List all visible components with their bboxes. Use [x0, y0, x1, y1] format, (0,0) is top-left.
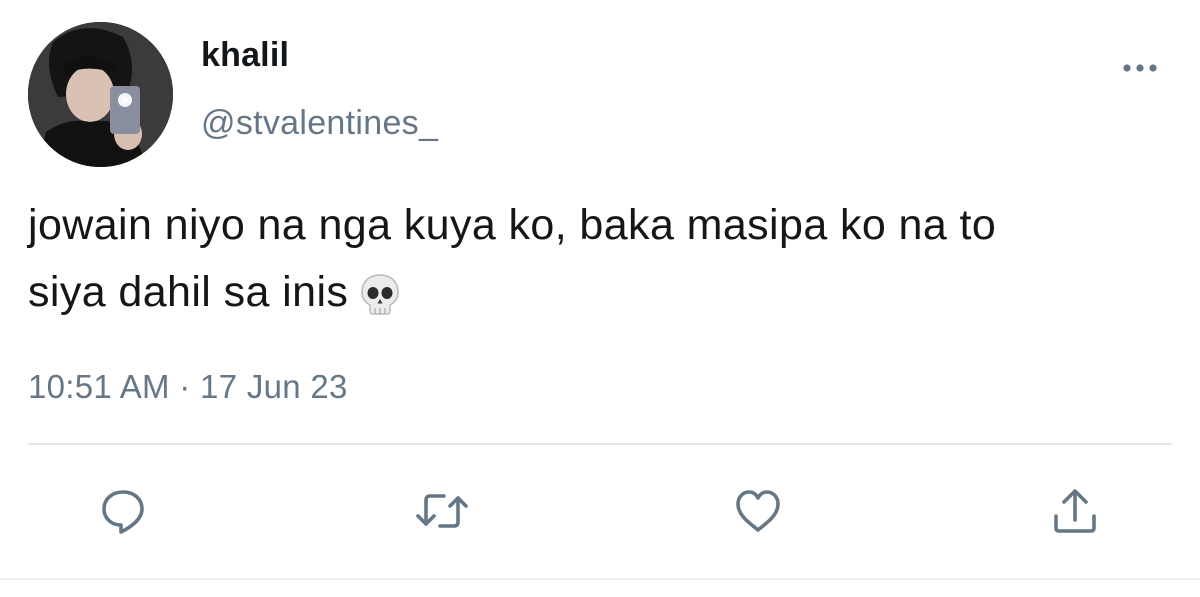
tweet-timestamp[interactable]: 10:51 AM · 17 Jun 23: [28, 368, 348, 406]
like-icon: [736, 490, 780, 532]
tweet-text-line-2: siya dahil sa inis: [28, 259, 1178, 336]
display-name[interactable]: khalil: [201, 36, 289, 75]
tweet-text: jowain niyo na nga kuya ko, baka masipa …: [28, 192, 1178, 336]
tweet-card: khalil @stvalentines_ jowain niyo na nga…: [0, 0, 1200, 597]
like-button[interactable]: [733, 486, 783, 536]
reply-button[interactable]: [98, 486, 148, 536]
retweet-icon: [416, 494, 468, 528]
more-options-icon[interactable]: [1118, 58, 1162, 78]
share-button[interactable]: [1050, 486, 1100, 536]
retweet-button[interactable]: [414, 486, 470, 536]
tweet-text-line-2-words: siya dahil sa inis: [28, 268, 349, 316]
share-icon: [1054, 489, 1096, 533]
divider: [28, 443, 1172, 445]
bottom-divider: [0, 578, 1200, 580]
reply-icon: [102, 490, 144, 534]
skull-emoji: [358, 269, 402, 336]
tweet-text-line-1: jowain niyo na nga kuya ko, baka masipa …: [28, 201, 997, 249]
avatar[interactable]: [28, 22, 173, 167]
user-handle[interactable]: @stvalentines_: [201, 104, 438, 143]
avatar-photo: [28, 22, 173, 167]
